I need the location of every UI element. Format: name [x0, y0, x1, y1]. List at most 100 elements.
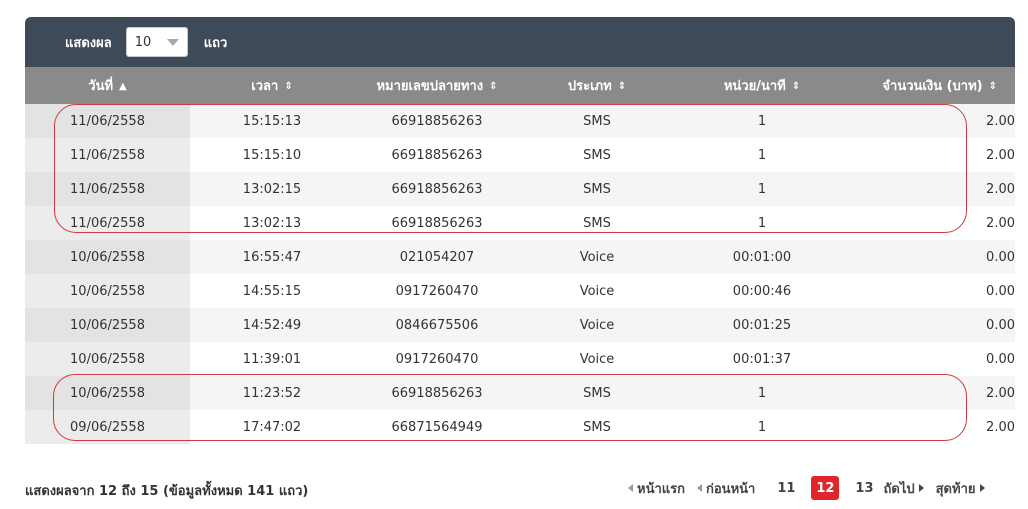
column-header-label: วันที่	[88, 79, 114, 94]
table-row: 10/06/2558 11:39:01 0917260470 Voice 00:01:3…	[25, 342, 1015, 376]
type-cell: SMS	[520, 410, 674, 444]
date-cell: 11/06/2558	[25, 206, 190, 240]
table-row: 10/06/2558 14:52:49 0846675506 Voice 00:01:2…	[25, 308, 1015, 342]
time-cell: 13:02:15	[190, 172, 354, 206]
column-header-amount[interactable]: จำนวนเงิน (บาท) ⇕	[850, 67, 1015, 104]
sort-asc-icon: ▲	[119, 81, 127, 92]
date-cell: 10/06/2558	[25, 240, 190, 274]
destination-cell: 66918856263	[354, 376, 520, 410]
type-cell: SMS	[520, 206, 674, 240]
prev-icon	[697, 484, 702, 492]
amount-cell: 2.00	[850, 104, 1015, 138]
column-header-label: เวลา	[251, 79, 279, 94]
table-row: 11/06/2558 15:15:13 66918856263 SMS 1 2.00	[25, 104, 1015, 138]
column-header-label: ประเภท	[567, 79, 612, 94]
chevron-down-icon	[166, 38, 179, 46]
destination-cell: 66918856263	[354, 104, 520, 138]
type-cell: Voice	[520, 240, 674, 274]
destination-cell: 66871564949	[354, 410, 520, 444]
type-cell: SMS	[520, 104, 674, 138]
time-cell: 16:55:47	[190, 240, 354, 274]
date-cell: 10/06/2558	[25, 308, 190, 342]
units-cell: 1	[674, 376, 850, 410]
show-label: แสดงผล	[65, 35, 112, 51]
table-row: 10/06/2558 11:23:52 66918856263 SMS 1 2.00	[25, 376, 1015, 410]
first-page-link[interactable]: หน้าแรก	[628, 478, 685, 499]
type-cell: SMS	[520, 138, 674, 172]
column-header-label: หมายเลขปลายทาง	[376, 79, 484, 94]
prev-page-link[interactable]: ก่อนหน้า	[697, 478, 755, 499]
column-header-type[interactable]: ประเภท ⇕	[520, 67, 674, 104]
column-header-label: จำนวนเงิน (บาท)	[882, 79, 983, 94]
page-link-12-active[interactable]: 12	[811, 476, 840, 500]
type-cell: SMS	[520, 172, 674, 206]
column-header-units[interactable]: หน่วย/นาที ⇕	[674, 67, 850, 104]
amount-cell: 2.00	[850, 138, 1015, 172]
table-row: 11/06/2558 15:15:10 66918856263 SMS 1 2.00	[25, 138, 1015, 172]
amount-cell: 0.00	[850, 308, 1015, 342]
units-cell: 1	[674, 410, 850, 444]
amount-cell: 0.00	[850, 240, 1015, 274]
next-page-label: ถัดไป	[883, 481, 915, 497]
type-cell: SMS	[520, 376, 674, 410]
units-cell: 00:00:46	[674, 274, 850, 308]
last-page-label: สุดท้าย	[935, 481, 976, 497]
table-row: 10/06/2558 14:55:15 0917260470 Voice 00:00:4…	[25, 274, 1015, 308]
amount-cell: 0.00	[850, 342, 1015, 376]
pagination: หน้าแรก ก่อนหน้า 11 12 13 ถัดไป สุดท้าย	[628, 476, 997, 500]
time-cell: 15:15:10	[190, 138, 354, 172]
units-cell: 1	[674, 172, 850, 206]
destination-cell: 66918856263	[354, 172, 520, 206]
units-cell: 1	[674, 104, 850, 138]
sort-icon: ⇕	[617, 81, 627, 92]
column-header-time[interactable]: เวลา ⇕	[190, 67, 354, 104]
date-cell: 10/06/2558	[25, 376, 190, 410]
units-cell: 00:01:00	[674, 240, 850, 274]
date-cell: 09/06/2558	[25, 410, 190, 444]
units-cell: 00:01:25	[674, 308, 850, 342]
units-cell: 1	[674, 206, 850, 240]
sort-icon: ⇕	[988, 81, 997, 92]
destination-cell: 0917260470	[354, 274, 520, 308]
destination-cell: 0917260470	[354, 342, 520, 376]
column-header-date[interactable]: วันที่ ▲	[25, 67, 190, 104]
table-header-row: วันที่ ▲ เวลา ⇕ หมายเลขปลายทาง ⇕ ประเภท ⇕ หน…	[25, 67, 1015, 104]
next-page-link[interactable]: ถัดไป	[884, 478, 924, 499]
pagination-info: แสดงผลจาก 12 ถึง 15 (ข้อมูลทั้งหมด 141 แ…	[25, 484, 309, 499]
time-cell: 11:23:52	[190, 376, 354, 410]
destination-cell: 0846675506	[354, 308, 520, 342]
first-icon	[628, 484, 633, 492]
time-cell: 14:55:15	[190, 274, 354, 308]
page-size-select[interactable]: 10	[125, 27, 188, 57]
page-link-13[interactable]: 13	[855, 481, 873, 496]
last-icon	[979, 484, 985, 492]
time-cell: 13:02:13	[190, 206, 354, 240]
date-cell: 11/06/2558	[25, 138, 190, 172]
call-history-panel: แสดงผล 10 แถว วันที่ ▲ เวลา ⇕ หมายเลขปลายท…	[25, 17, 1015, 444]
column-header-destination[interactable]: หมายเลขปลายทาง ⇕	[354, 67, 520, 104]
date-cell: 11/06/2558	[25, 104, 190, 138]
amount-cell: 2.00	[850, 172, 1015, 206]
type-cell: Voice	[520, 308, 674, 342]
table-row: 10/06/2558 16:55:47 021054207 Voice 00:01:00…	[25, 240, 1015, 274]
date-cell: 10/06/2558	[25, 274, 190, 308]
amount-cell: 2.00	[850, 206, 1015, 240]
time-cell: 14:52:49	[190, 308, 354, 342]
table-row: 11/06/2558 13:02:13 66918856263 SMS 1 2.00	[25, 206, 1015, 240]
sort-icon: ⇕	[489, 81, 498, 92]
column-header-label: หน่วย/นาที	[723, 79, 786, 94]
destination-cell: 66918856263	[354, 206, 520, 240]
table-row: 11/06/2558 13:02:15 66918856263 SMS 1 2.00	[25, 172, 1015, 206]
call-history-table: วันที่ ▲ เวลา ⇕ หมายเลขปลายทาง ⇕ ประเภท ⇕ หน…	[25, 67, 1015, 444]
next-icon	[918, 484, 924, 492]
amount-cell: 2.00	[850, 376, 1015, 410]
last-page-link[interactable]: สุดท้าย	[936, 478, 985, 499]
page-link-11[interactable]: 11	[777, 481, 795, 496]
rows-label: แถว	[203, 35, 228, 51]
date-cell: 11/06/2558	[25, 172, 190, 206]
destination-cell: 021054207	[354, 240, 520, 274]
sort-icon: ⇕	[791, 81, 801, 92]
time-cell: 17:47:02	[190, 410, 354, 444]
prev-page-label: ก่อนหน้า	[706, 481, 756, 497]
time-cell: 15:15:13	[190, 104, 354, 138]
